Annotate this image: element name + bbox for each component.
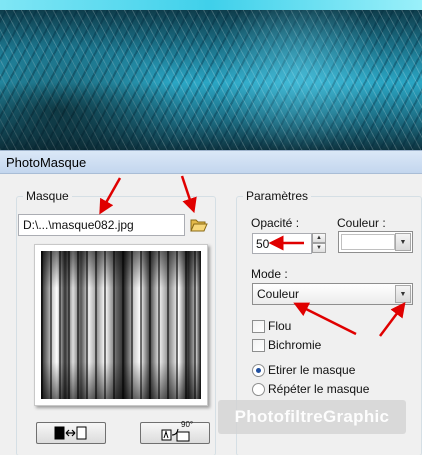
mode-selected-value: Couleur: [257, 287, 300, 301]
etirer-radio[interactable]: [252, 364, 265, 377]
rotate-90-label: 90°: [181, 420, 194, 429]
spin-up-icon[interactable]: ▲: [312, 233, 326, 243]
mode-label: Mode :: [251, 267, 288, 281]
chevron-down-icon[interactable]: ▼: [395, 285, 411, 303]
mask-file-path-field[interactable]: D:\...\masque082.jpg: [18, 214, 185, 236]
couleur-swatch: [341, 234, 395, 250]
parametres-legend: Paramètres: [243, 189, 312, 203]
mask-preview-image: [41, 251, 201, 399]
bichromie-label: Bichromie: [268, 338, 322, 352]
chevron-down-icon[interactable]: ▼: [395, 233, 411, 251]
repeter-radio[interactable]: [252, 383, 265, 396]
dialog-title: PhotoMasque: [6, 155, 87, 170]
bichromie-checkbox[interactable]: [252, 339, 265, 352]
mode-select[interactable]: Couleur ▼: [252, 283, 413, 305]
couleur-picker[interactable]: ▼: [338, 231, 413, 253]
masque-legend: Masque: [23, 189, 72, 203]
repeter-label: Répéter le masque: [268, 382, 370, 396]
folder-open-icon: [190, 219, 208, 232]
open-mask-button[interactable]: [188, 214, 210, 236]
opacite-input[interactable]: 50: [252, 233, 312, 254]
dialog-titlebar[interactable]: PhotoMasque: [0, 150, 422, 174]
spin-down-icon[interactable]: ▼: [312, 243, 326, 253]
mask-preview-frame: [34, 244, 208, 406]
invert-mask-button[interactable]: [36, 422, 106, 444]
etirer-label: Etirer le masque: [268, 363, 356, 377]
flou-label: Flou: [268, 319, 292, 333]
background-image-banner: [0, 0, 422, 150]
opacite-label: Opacité :: [251, 216, 300, 230]
opacite-spinner[interactable]: ▲ ▼: [312, 233, 326, 254]
invert-mask-icon: [54, 426, 87, 440]
flou-checkbox[interactable]: [252, 320, 265, 333]
couleur-label: Couleur :: [337, 216, 386, 230]
watermark-logo: PhotofiltreGraphic: [218, 400, 406, 434]
rotate-mask-button[interactable]: 90°: [140, 420, 210, 444]
